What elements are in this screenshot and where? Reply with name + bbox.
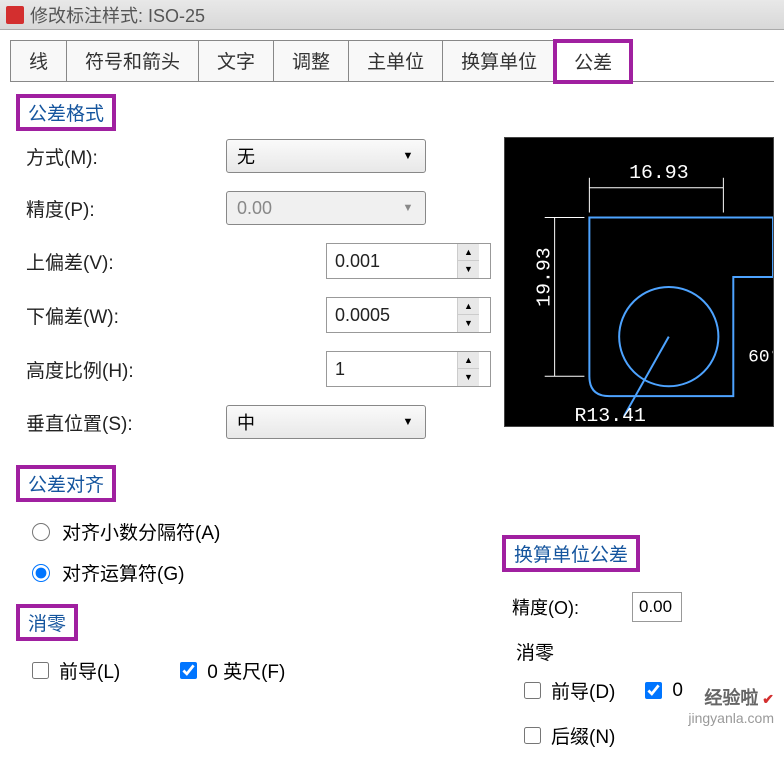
vpos-value: 中	[237, 409, 255, 435]
chevron-down-icon: ▼	[401, 150, 415, 162]
dim-top: 16.93	[629, 161, 689, 184]
dim-radius: R13.41	[574, 404, 645, 426]
alt-zero-checkbox[interactable]	[645, 682, 662, 699]
tab-lines[interactable]: 线	[10, 40, 67, 81]
scale-spinner[interactable]: ▲ ▼	[326, 351, 491, 387]
align-operator-radio[interactable]	[32, 564, 50, 582]
tab-text[interactable]: 文字	[198, 40, 274, 81]
vpos-combobox[interactable]: 中 ▼	[226, 405, 426, 439]
align-operator-label: 对齐运算符(G)	[62, 559, 184, 586]
tab-alt-units[interactable]: 换算单位	[442, 40, 556, 81]
spinner-down-icon[interactable]: ▼	[458, 369, 479, 386]
titlebar: 修改标注样式: ISO-25	[0, 0, 784, 30]
align-decimal-radio[interactable]	[32, 523, 50, 541]
alt-leading-label: 前导(D)	[551, 677, 615, 704]
tab-fit[interactable]: 调整	[273, 40, 349, 81]
watermark: 经验啦 ✔ jingyanla.com	[688, 684, 774, 726]
lower-spinner[interactable]: ▲ ▼	[326, 297, 491, 333]
tab-strip: 线 符号和箭头 文字 调整 主单位 换算单位 公差	[10, 40, 774, 82]
alt-suppress-title: 消零	[516, 638, 774, 665]
feet-checkbox[interactable]	[180, 662, 197, 679]
feet-label: 0 英尺(F)	[207, 657, 285, 684]
align-decimal-label: 对齐小数分隔符(A)	[62, 518, 220, 545]
alt-precision-input[interactable]	[632, 592, 682, 622]
vpos-label: 垂直位置(S):	[26, 409, 226, 436]
scale-input[interactable]	[327, 355, 457, 384]
chevron-down-icon: ▼	[401, 202, 415, 214]
alt-tolerance-title: 换算单位公差	[504, 537, 638, 570]
precision-combobox[interactable]: 0.00 ▼	[226, 191, 426, 225]
alignment-title: 公差对齐	[18, 467, 114, 500]
precision-value: 0.00	[237, 198, 272, 219]
tab-primary-units[interactable]: 主单位	[348, 40, 443, 81]
leading-label: 前导(L)	[59, 657, 120, 684]
upper-input[interactable]	[327, 247, 457, 276]
method-value: 无	[237, 143, 255, 169]
method-combobox[interactable]: 无 ▼	[226, 139, 426, 173]
window-title: 修改标注样式: ISO-25	[30, 2, 205, 28]
suppress-title: 消零	[18, 606, 76, 639]
alt-leading-checkbox[interactable]	[524, 682, 541, 699]
tab-symbols[interactable]: 符号和箭头	[66, 40, 199, 81]
tab-tolerance[interactable]: 公差	[555, 41, 631, 82]
upper-label: 上偏差(V):	[26, 248, 226, 275]
alt-zero-label: 0	[672, 680, 683, 702]
leading-checkbox[interactable]	[32, 662, 49, 679]
alt-precision-label: 精度(O):	[512, 594, 622, 620]
lower-input[interactable]	[327, 301, 457, 330]
dim-angle: 60°	[748, 347, 773, 367]
chevron-down-icon: ▼	[401, 416, 415, 428]
app-icon	[6, 6, 24, 24]
spinner-up-icon[interactable]: ▲	[458, 298, 479, 315]
lower-label: 下偏差(W):	[26, 302, 226, 329]
spinner-up-icon[interactable]: ▲	[458, 352, 479, 369]
method-label: 方式(M):	[26, 143, 226, 170]
preview-pane: 16.93 19.93 R13.41 60°	[504, 137, 774, 427]
spinner-down-icon[interactable]: ▼	[458, 261, 479, 278]
tolerance-format-title: 公差格式	[18, 96, 114, 129]
dim-left: 19.93	[533, 247, 556, 307]
spinner-up-icon[interactable]: ▲	[458, 244, 479, 261]
scale-label: 高度比例(H):	[26, 356, 226, 383]
precision-label: 精度(P):	[26, 195, 226, 222]
spinner-down-icon[interactable]: ▼	[458, 315, 479, 332]
upper-spinner[interactable]: ▲ ▼	[326, 243, 491, 279]
